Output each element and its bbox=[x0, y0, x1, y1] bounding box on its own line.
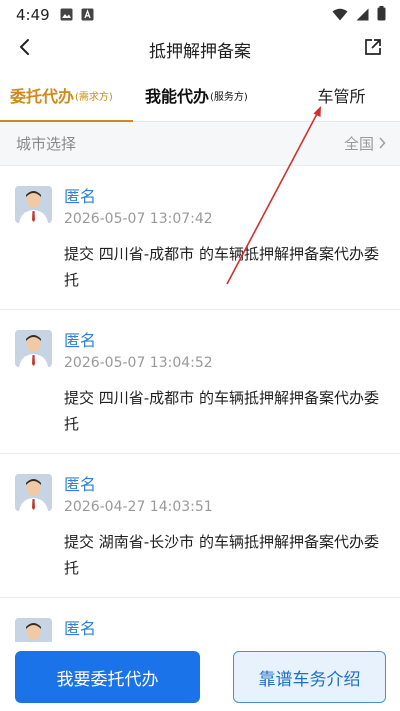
status-bar: 4:49 bbox=[0, 0, 400, 30]
share-external-icon bbox=[363, 37, 383, 61]
status-icons-left bbox=[60, 6, 94, 25]
page-title: 抵押解押备案 bbox=[149, 41, 251, 62]
avatar bbox=[15, 618, 52, 642]
requester-name: 匿名 bbox=[64, 187, 97, 206]
chevron-left-icon bbox=[18, 38, 32, 60]
back-button[interactable] bbox=[12, 36, 38, 62]
tab-vehicle-office[interactable]: 车管所 bbox=[283, 68, 400, 122]
list-item[interactable]: 匿名 2026-05-07 13:04:52 提交 四川省-成都市 的车辆抵押解… bbox=[0, 310, 400, 454]
requester-name: 匿名 bbox=[64, 331, 97, 350]
status-time: 4:49 bbox=[16, 6, 50, 24]
wifi-icon bbox=[332, 6, 348, 25]
request-time: 2026-04-27 14:03:51 bbox=[64, 499, 213, 515]
a-notification-icon bbox=[81, 6, 94, 25]
tab-service-label: 我能代办 bbox=[145, 87, 210, 106]
request-time: 2026-05-07 13:04:52 bbox=[64, 355, 213, 371]
tab-vehicle-office-label: 车管所 bbox=[317, 87, 366, 106]
requester-name: 匿名 bbox=[64, 619, 97, 638]
gallery-icon bbox=[60, 6, 73, 25]
city-value-text: 全国 bbox=[343, 135, 374, 153]
chevron-right-icon bbox=[378, 135, 386, 153]
request-list: 匿名 2026-05-07 13:07:42 提交 四川省-成都市 的车辆抵押解… bbox=[0, 166, 400, 642]
list-item[interactable]: 匿名 bbox=[0, 598, 400, 642]
tab-service-sub: (服务方) bbox=[210, 91, 248, 103]
request-description: 提交 湖南省-长沙市 的车辆抵押解押备案代办委托 bbox=[64, 533, 379, 577]
request-description: 提交 四川省-成都市 的车辆抵押解押备案代办委托 bbox=[64, 389, 379, 433]
entrust-request-button[interactable]: 我要委托代办 bbox=[15, 651, 200, 703]
battery-icon bbox=[377, 5, 386, 25]
tab-entrust[interactable]: 委托代办 (需求方) bbox=[0, 68, 133, 123]
city-selector-value[interactable]: 全国 bbox=[344, 133, 386, 154]
tab-service[interactable]: 我能代办 (服务方) bbox=[133, 68, 283, 122]
request-description: 提交 四川省-成都市 的车辆抵押解押备案代办委托 bbox=[64, 245, 379, 289]
status-icons-right bbox=[332, 5, 386, 25]
signal-icon bbox=[356, 6, 369, 25]
request-time: 2026-05-07 13:07:42 bbox=[64, 211, 213, 227]
share-button[interactable] bbox=[360, 36, 386, 62]
list-item[interactable]: 匿名 2026-05-07 13:07:42 提交 四川省-成都市 的车辆抵押解… bbox=[0, 166, 400, 310]
tab-entrust-label: 委托代办 bbox=[10, 87, 75, 106]
bottom-action-bar: 我要委托代办 靠谱车务介绍 bbox=[0, 642, 400, 711]
avatar bbox=[15, 330, 52, 367]
reliable-service-intro-button[interactable]: 靠谱车务介绍 bbox=[233, 651, 386, 703]
app-header: 抵押解押备案 bbox=[0, 30, 400, 68]
city-selector-label: 城市选择 bbox=[16, 135, 77, 153]
list-item[interactable]: 匿名 2026-04-27 14:03:51 提交 湖南省-长沙市 的车辆抵押解… bbox=[0, 454, 400, 598]
avatar bbox=[15, 186, 52, 223]
tab-entrust-sub: (需求方) bbox=[75, 91, 113, 103]
avatar bbox=[15, 474, 52, 511]
city-selector[interactable]: 城市选择 全国 bbox=[0, 122, 400, 166]
requester-name: 匿名 bbox=[64, 475, 97, 494]
tab-bar: 委托代办 (需求方) 我能代办 (服务方) 车管所 bbox=[0, 68, 400, 123]
